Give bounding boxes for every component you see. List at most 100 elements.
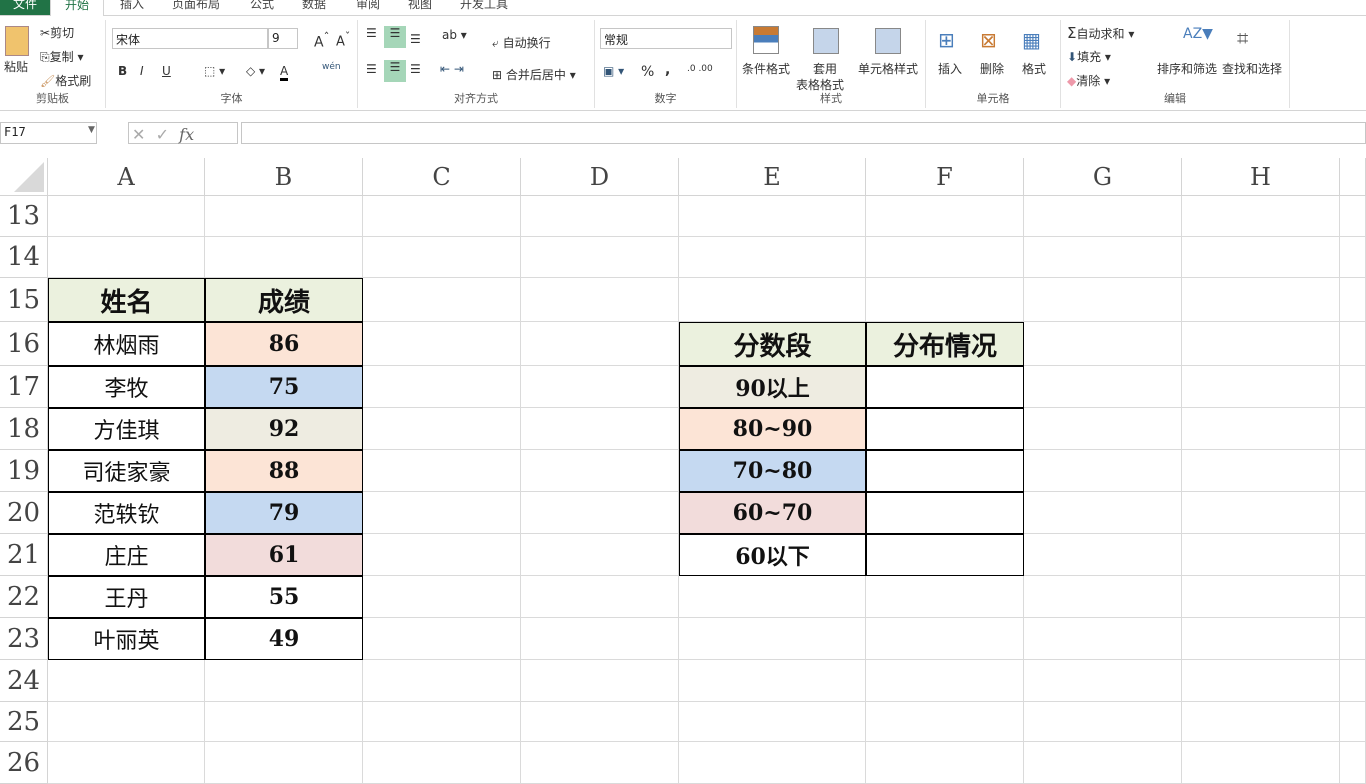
cell[interactable] bbox=[866, 196, 1024, 237]
cell[interactable] bbox=[1340, 534, 1366, 576]
score-range-cell[interactable]: 60以下 bbox=[679, 534, 866, 576]
cell[interactable] bbox=[521, 450, 679, 492]
tab-3[interactable]: 页面布局 bbox=[172, 0, 220, 12]
score-cell[interactable]: 61 bbox=[205, 534, 363, 576]
cell[interactable] bbox=[866, 576, 1024, 618]
row-header-18[interactable]: 18 bbox=[0, 408, 48, 450]
cell[interactable] bbox=[363, 366, 521, 408]
score-cell[interactable]: 88 bbox=[205, 450, 363, 492]
cell[interactable] bbox=[48, 196, 205, 237]
cell[interactable] bbox=[1024, 534, 1182, 576]
cell[interactable] bbox=[521, 702, 679, 742]
cell[interactable] bbox=[1024, 322, 1182, 366]
name-box[interactable]: F17 bbox=[0, 122, 97, 144]
cell[interactable] bbox=[1340, 618, 1366, 660]
tab-0[interactable]: 文件 bbox=[0, 0, 50, 15]
currency-icon[interactable]: ▣ ▾ bbox=[603, 64, 624, 78]
cell[interactable] bbox=[866, 618, 1024, 660]
name-cell[interactable]: 王丹 bbox=[48, 576, 205, 618]
cell[interactable] bbox=[1182, 450, 1340, 492]
score-cell[interactable]: 75 bbox=[205, 366, 363, 408]
cell[interactable] bbox=[1182, 322, 1340, 366]
cell[interactable] bbox=[1024, 660, 1182, 702]
score-cell[interactable]: 49 bbox=[205, 618, 363, 660]
tab-7[interactable]: 视图 bbox=[408, 0, 432, 12]
insert-button[interactable]: 插入 bbox=[938, 60, 962, 77]
align-right-icon[interactable]: ☰ bbox=[410, 62, 421, 76]
cell[interactable] bbox=[1340, 576, 1366, 618]
cell[interactable] bbox=[363, 660, 521, 702]
row-header-17[interactable]: 17 bbox=[0, 366, 48, 408]
tab-8[interactable]: 开发工具 bbox=[460, 0, 508, 12]
cell[interactable] bbox=[1182, 196, 1340, 237]
cell[interactable] bbox=[1340, 702, 1366, 742]
bold-button[interactable]: B bbox=[118, 64, 127, 78]
table-format-button[interactable]: 套用 bbox=[813, 60, 837, 77]
row-header-19[interactable]: 19 bbox=[0, 450, 48, 492]
score-range-cell[interactable]: 70~80 bbox=[679, 450, 866, 492]
align-top-icon[interactable]: ☰ bbox=[366, 26, 377, 40]
row-header-22[interactable]: 22 bbox=[0, 576, 48, 618]
cell[interactable] bbox=[521, 196, 679, 237]
cell[interactable] bbox=[1024, 278, 1182, 322]
tab-6[interactable]: 审阅 bbox=[356, 0, 380, 12]
align-left-icon[interactable]: ☰ bbox=[366, 62, 377, 76]
score-range-cell[interactable]: 60~70 bbox=[679, 492, 866, 534]
conditional-format-button[interactable]: 条件格式 bbox=[742, 60, 790, 77]
cell[interactable] bbox=[679, 196, 866, 237]
column-header-C[interactable]: C bbox=[363, 158, 521, 196]
cell[interactable] bbox=[1340, 408, 1366, 450]
cell[interactable] bbox=[1024, 618, 1182, 660]
cell[interactable] bbox=[679, 618, 866, 660]
row-header-13[interactable]: 13 bbox=[0, 196, 48, 237]
name-box-dropdown-icon[interactable]: ▼ bbox=[88, 125, 95, 135]
row-header-23[interactable]: 23 bbox=[0, 618, 48, 660]
font-size-select[interactable]: 9 bbox=[268, 28, 298, 49]
row-header-20[interactable]: 20 bbox=[0, 492, 48, 534]
cell[interactable] bbox=[1340, 366, 1366, 408]
cell[interactable] bbox=[1182, 742, 1340, 784]
font-name-select[interactable]: 宋体 bbox=[112, 28, 268, 49]
cell[interactable] bbox=[48, 742, 205, 784]
align-center-icon[interactable]: ☰ bbox=[384, 60, 406, 82]
cell[interactable] bbox=[1024, 702, 1182, 742]
cell[interactable] bbox=[679, 237, 866, 278]
function-icon[interactable]: fx bbox=[179, 125, 194, 144]
cell[interactable] bbox=[521, 618, 679, 660]
merge-center-button[interactable]: ⊞ 合并后居中 ▾ bbox=[492, 66, 576, 83]
cell[interactable] bbox=[521, 492, 679, 534]
cell[interactable] bbox=[679, 742, 866, 784]
column-header-D[interactable]: D bbox=[521, 158, 679, 196]
tab-5[interactable]: 数据 bbox=[302, 0, 326, 12]
cell[interactable] bbox=[363, 322, 521, 366]
cell[interactable] bbox=[1024, 408, 1182, 450]
cell[interactable] bbox=[521, 237, 679, 278]
cell[interactable] bbox=[205, 196, 363, 237]
row-header-25[interactable]: 25 bbox=[0, 702, 48, 742]
cell[interactable] bbox=[866, 237, 1024, 278]
cell[interactable] bbox=[679, 702, 866, 742]
increase-font-icon[interactable]: Aˆ bbox=[314, 30, 329, 51]
cell[interactable] bbox=[363, 196, 521, 237]
score-cell[interactable]: 92 bbox=[205, 408, 363, 450]
column-header-E[interactable]: E bbox=[679, 158, 866, 196]
enter-icon[interactable]: ✓ bbox=[156, 125, 169, 144]
name-cell[interactable]: 林烟雨 bbox=[48, 322, 205, 366]
cell[interactable] bbox=[866, 742, 1024, 784]
cell[interactable] bbox=[1182, 237, 1340, 278]
cell[interactable] bbox=[866, 278, 1024, 322]
cell[interactable] bbox=[1024, 450, 1182, 492]
name-cell[interactable]: 庄庄 bbox=[48, 534, 205, 576]
cell[interactable] bbox=[363, 702, 521, 742]
cell[interactable] bbox=[1182, 576, 1340, 618]
tab-4[interactable]: 公式 bbox=[250, 0, 274, 12]
cell[interactable] bbox=[1182, 534, 1340, 576]
fill-color-icon[interactable]: ◇ ▾ bbox=[246, 64, 265, 78]
score-cell[interactable]: 86 bbox=[205, 322, 363, 366]
cell[interactable] bbox=[521, 278, 679, 322]
number-format-select[interactable]: 常规 bbox=[600, 28, 732, 49]
cell[interactable] bbox=[1024, 576, 1182, 618]
cell[interactable] bbox=[1340, 322, 1366, 366]
cell[interactable] bbox=[1340, 278, 1366, 322]
cell[interactable] bbox=[205, 660, 363, 702]
